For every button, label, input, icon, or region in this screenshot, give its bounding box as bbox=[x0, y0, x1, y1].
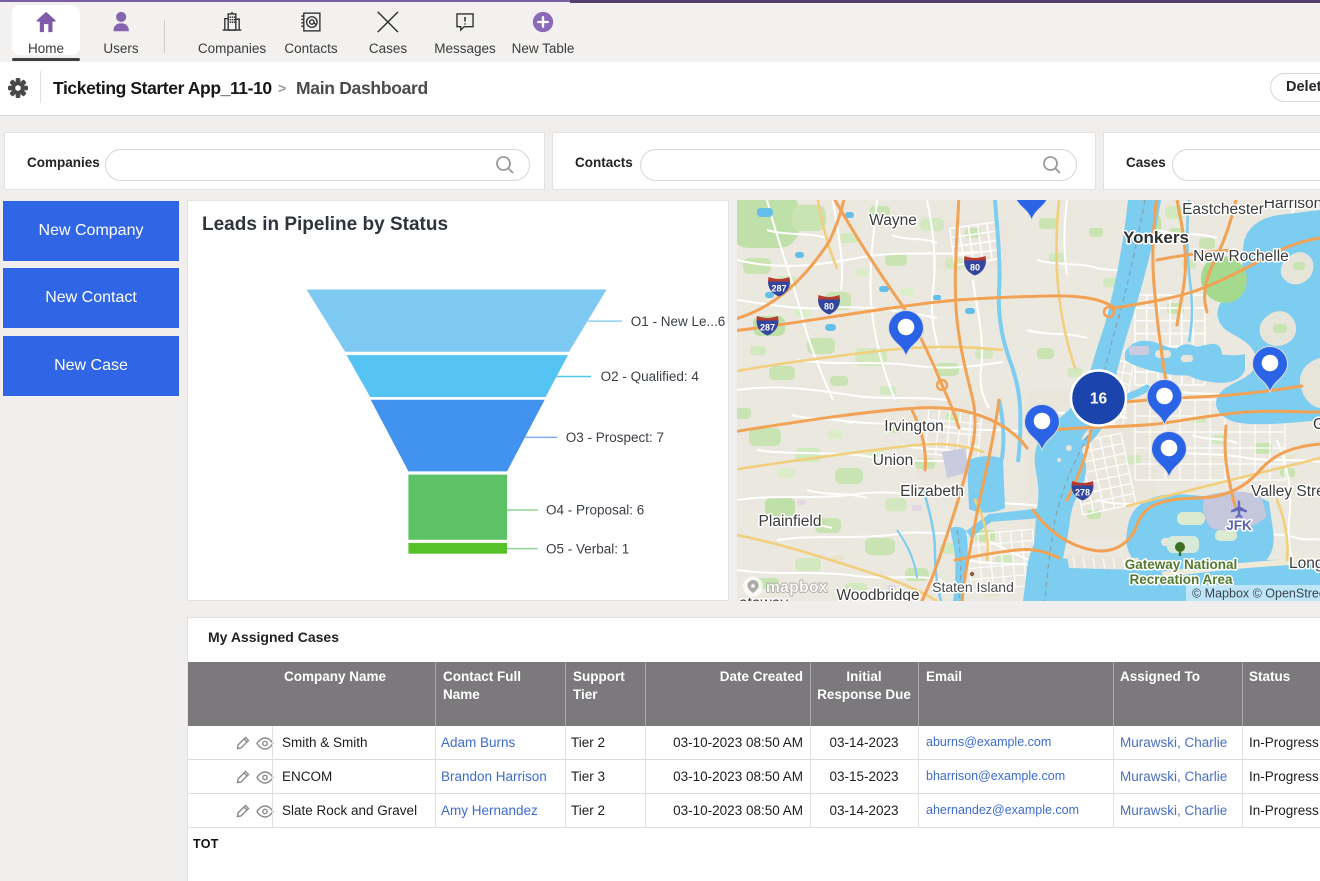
svg-text:80: 80 bbox=[824, 302, 834, 312]
svg-text:Gateway National: Gateway National bbox=[1125, 557, 1238, 572]
svg-text:O3 - Prospect: 7: O3 - Prospect: 7 bbox=[566, 430, 664, 445]
svg-text:Staten Island: Staten Island bbox=[932, 579, 1014, 595]
svg-text:Yonkers: Yonkers bbox=[1123, 228, 1189, 247]
svg-text:16: 16 bbox=[1090, 391, 1108, 408]
svg-text:278: 278 bbox=[1075, 488, 1090, 498]
svg-text:Woodbridge: Woodbridge bbox=[836, 587, 919, 601]
svg-text:Elizabeth: Elizabeth bbox=[900, 483, 964, 500]
svg-text:O2 - Qualified: 4: O2 - Qualified: 4 bbox=[601, 369, 700, 384]
svg-text:Irvington: Irvington bbox=[884, 418, 943, 435]
svg-text:JFK: JFK bbox=[1226, 518, 1252, 533]
svg-text:© Mapbox © OpenStreetMap: © Mapbox © OpenStreetMap bbox=[1192, 587, 1320, 601]
svg-text:O5 - Verbal: 1: O5 - Verbal: 1 bbox=[546, 541, 629, 556]
svg-text:O1 - New Le...6: O1 - New Le...6 bbox=[631, 314, 726, 329]
svg-text:O4 - Proposal: 6: O4 - Proposal: 6 bbox=[546, 503, 644, 518]
svg-text:Harrison: Harrison bbox=[1264, 200, 1320, 212]
svg-text:Plainfield: Plainfield bbox=[759, 513, 822, 530]
svg-text:Union: Union bbox=[873, 452, 914, 469]
svg-text:287: 287 bbox=[771, 284, 786, 294]
svg-text:Recreation Area: Recreation Area bbox=[1129, 572, 1233, 587]
svg-text:New Rochelle: New Rochelle bbox=[1193, 248, 1289, 265]
svg-text:mapbox: mapbox bbox=[766, 579, 828, 596]
svg-text:Valley Stream: Valley Stream bbox=[1251, 483, 1320, 500]
svg-text:Eastchester: Eastchester bbox=[1182, 201, 1264, 218]
svg-text:Great Neck: Great Neck bbox=[1313, 416, 1320, 433]
svg-text:Long Beach: Long Beach bbox=[1289, 555, 1320, 572]
svg-text:287: 287 bbox=[760, 323, 775, 333]
svg-text:Wayne: Wayne bbox=[869, 212, 917, 229]
svg-text:80: 80 bbox=[970, 263, 980, 273]
